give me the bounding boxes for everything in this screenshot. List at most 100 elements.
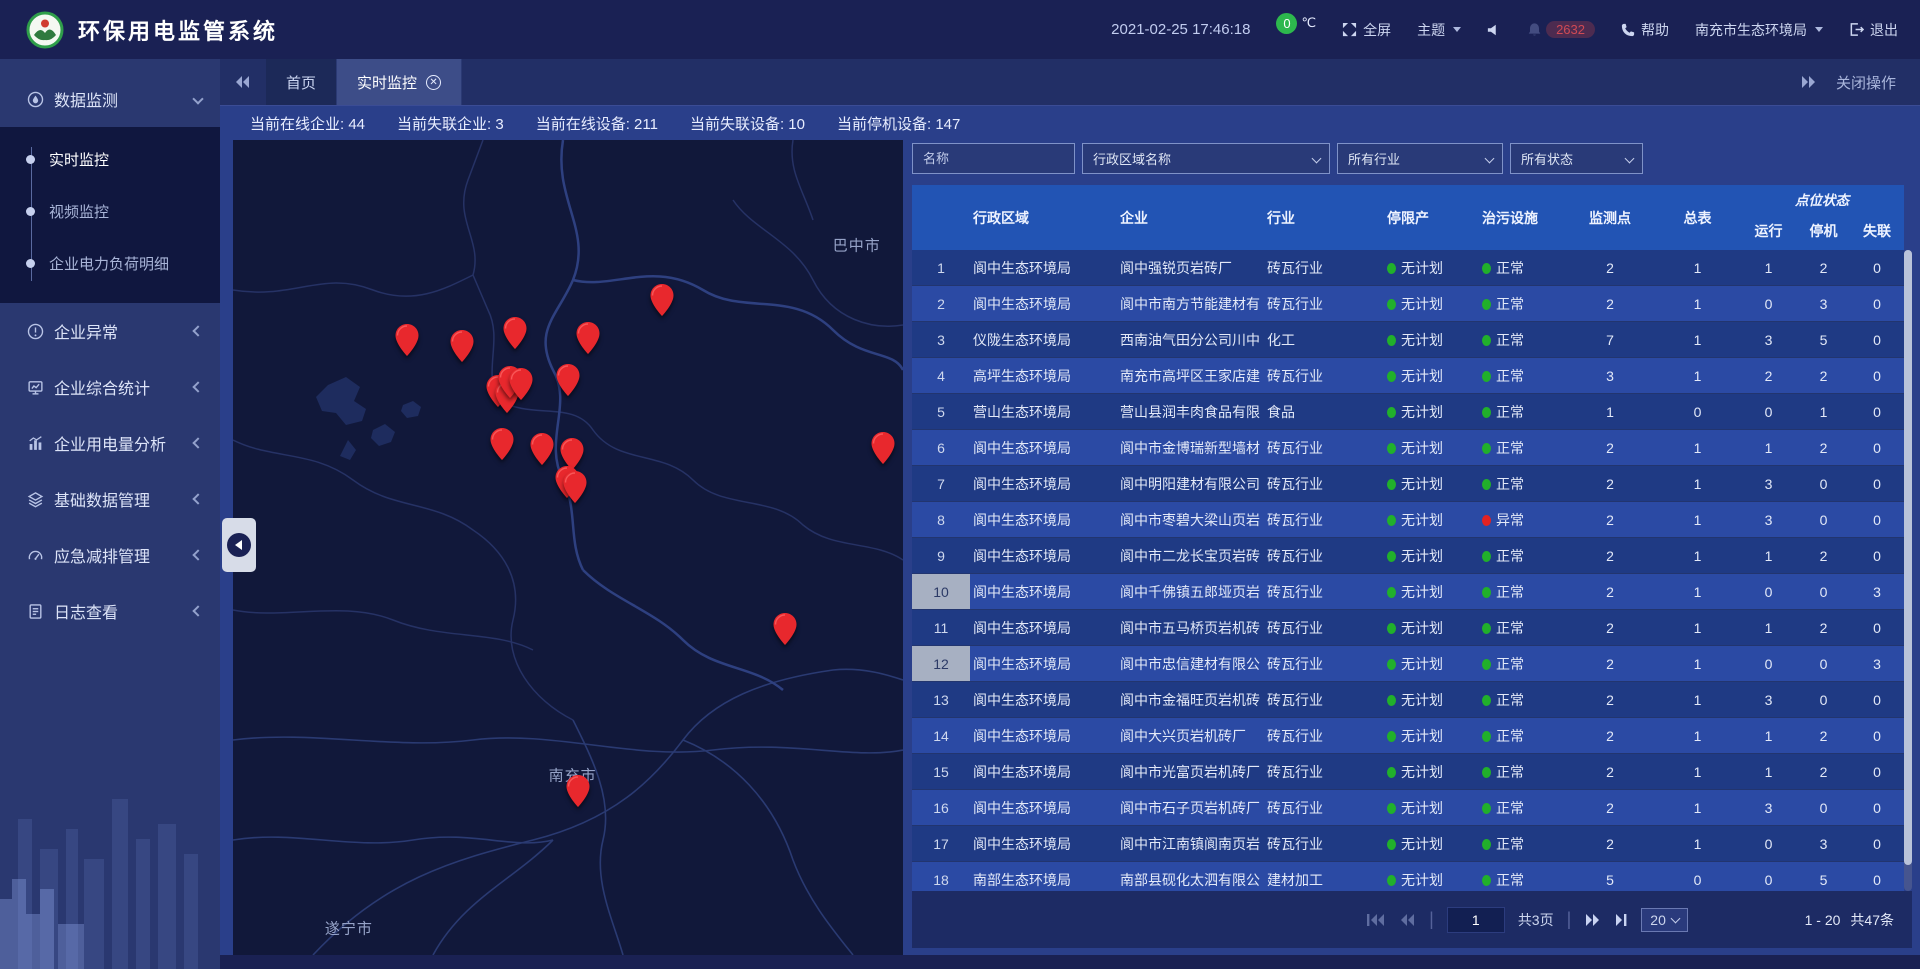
table-row[interactable]: 14阆中生态环境局阆中大兴页岩机砖厂砖瓦行业无计划正常21120 — [912, 718, 1904, 754]
table-row[interactable]: 16阆中生态环境局阆中市石子页岩机砖厂砖瓦行业无计划正常21300 — [912, 790, 1904, 826]
page-number-input[interactable] — [1447, 907, 1505, 933]
cell-disconnected: 0 — [1850, 476, 1904, 492]
table-row[interactable]: 10阆中生态环境局阆中千佛镇五郎垭页岩砖瓦行业无计划正常21003 — [912, 574, 1904, 610]
cell-pollution-facility: 正常 — [1470, 834, 1565, 854]
close-operations-button[interactable]: 关闭操作 — [1836, 72, 1896, 93]
sidebar-item-enterprise-power-load-detail[interactable]: 企业电力负荷明细 — [0, 237, 220, 289]
table-row[interactable]: 11阆中生态环境局阆中市五马桥页岩机砖砖瓦行业无计划正常21120 — [912, 610, 1904, 646]
table-row[interactable]: 6阆中生态环境局阆中市金博瑞新型墙材砖瓦行业无计划正常21120 — [912, 430, 1904, 466]
table-row[interactable]: 12阆中生态环境局阆中市忠信建材有限公砖瓦行业无计划正常21003 — [912, 646, 1904, 682]
status-dot-green — [1482, 299, 1491, 310]
city-skyline-decoration — [0, 729, 220, 969]
sidebar-group-emergency-reduction[interactable]: 应急减排管理 — [0, 527, 220, 583]
status-dot-green — [1387, 839, 1396, 850]
map-pin-icon[interactable] — [871, 432, 894, 464]
table-row[interactable]: 5营山生态环境局营山县润丰肉食品有限食品无计划正常10010 — [912, 394, 1904, 430]
map-pin-icon[interactable] — [567, 775, 590, 807]
map-canvas[interactable]: 巴中市南充市遂宁市 — [233, 140, 903, 955]
notifications-button[interactable]: 2632 — [1527, 21, 1595, 38]
limit-text: 无计划 — [1401, 440, 1443, 456]
tab-home[interactable]: 首页 — [266, 59, 337, 105]
table-row[interactable]: 3仪陇生态环境局西南油气田分公司川中化工无计划正常71350 — [912, 322, 1904, 358]
row-number: 13 — [912, 682, 970, 717]
status-dot-green — [1387, 731, 1396, 742]
map-pin-icon[interactable] — [530, 433, 553, 465]
sidebar-group-label: 日志查看 — [54, 599, 194, 623]
table-row[interactable]: 1阆中生态环境局阆中强锐页岩砖厂砖瓦行业无计划正常21120 — [912, 250, 1904, 286]
sidebar-group-enterprise-abnormal[interactable]: 企业异常 — [0, 303, 220, 359]
status-dot-green — [1482, 623, 1491, 634]
tabs-scroll-left-button[interactable] — [220, 59, 266, 105]
map-panel[interactable]: 巴中市南充市遂宁市 — [233, 140, 903, 955]
limit-text: 无计划 — [1401, 764, 1443, 780]
tabs-scroll-right-button[interactable] — [1800, 75, 1818, 89]
cell-limit-production: 无计划 — [1375, 546, 1470, 566]
map-pin-icon[interactable] — [650, 284, 673, 316]
table-row[interactable]: 17阆中生态环境局阆中市江南镇阆南页岩砖瓦行业无计划正常21030 — [912, 826, 1904, 862]
theme-menu[interactable]: 主题 — [1417, 20, 1461, 40]
cell-industry: 砖瓦行业 — [1264, 762, 1375, 782]
temperature-unit: ℃ — [1301, 15, 1316, 31]
map-pin-icon[interactable] — [451, 330, 474, 362]
logout-button[interactable]: 退出 — [1849, 20, 1898, 40]
status-filter-select[interactable]: 所有状态 — [1510, 143, 1643, 174]
tab-realtime[interactable]: 实时监控✕ — [337, 59, 462, 105]
sidebar-group-log-view[interactable]: 日志查看 — [0, 583, 220, 639]
table-row[interactable]: 9阆中生态环境局阆中市二龙长宝页岩砖砖瓦行业无计划正常21120 — [912, 538, 1904, 574]
fullscreen-button[interactable]: 全屏 — [1342, 20, 1391, 40]
chevron-left-icon — [192, 325, 203, 336]
help-button[interactable]: 帮助 — [1621, 20, 1669, 40]
map-pin-icon[interactable] — [490, 428, 513, 460]
cell-pollution-facility: 正常 — [1470, 546, 1565, 566]
sidebar-item-realtime-monitoring[interactable]: 实时监控 — [0, 133, 220, 185]
sidebar-group-enterprise-power-analysis[interactable]: 企业用电量分析 — [0, 415, 220, 471]
sidebar-group-base-data-management[interactable]: 基础数据管理 — [0, 471, 220, 527]
table-row[interactable]: 7阆中生态环境局阆中明阳建材有限公司砖瓦行业无计划正常21300 — [912, 466, 1904, 502]
cell-total-meters: 1 — [1655, 764, 1740, 780]
sidebar-item-label: 视频监控 — [49, 201, 109, 222]
map-pin-icon[interactable] — [563, 471, 586, 503]
map-pin-icon[interactable] — [504, 317, 527, 349]
limit-text: 无计划 — [1401, 332, 1443, 348]
page-size-select[interactable]: 20 — [1641, 908, 1688, 932]
map-pin-icon[interactable] — [774, 613, 797, 645]
cell-region: 阆中生态环境局 — [970, 582, 1117, 602]
table-row[interactable]: 4高坪生态环境局南充市高坪区王家店建砖瓦行业无计划正常31220 — [912, 358, 1904, 394]
table-row[interactable]: 15阆中生态环境局阆中市光富页岩机砖厂砖瓦行业无计划正常21120 — [912, 754, 1904, 790]
prev-page-button[interactable] — [1399, 913, 1416, 927]
table-scrollbar-thumb[interactable] — [1904, 250, 1912, 865]
cell-company: 阆中市南方节能建材有 — [1117, 294, 1264, 314]
map-collapse-button[interactable] — [222, 518, 256, 572]
table-row[interactable]: 2阆中生态环境局阆中市南方节能建材有砖瓦行业无计划正常21030 — [912, 286, 1904, 322]
sidebar-item-video-monitoring[interactable]: 视频监控 — [0, 185, 220, 237]
bullet-icon — [26, 207, 35, 216]
table-row[interactable]: 18南部生态环境局南部县砚化太泗有限公建材加工无计划正常50050 — [912, 862, 1904, 891]
next-page-button[interactable] — [1584, 913, 1601, 927]
sidebar-group-enterprise-statistics[interactable]: 企业综合统计 — [0, 359, 220, 415]
mute-button[interactable] — [1487, 23, 1501, 37]
map-pin-icon[interactable] — [396, 324, 419, 356]
first-page-button[interactable] — [1366, 913, 1386, 927]
map-pin-icon[interactable] — [510, 368, 533, 400]
org-menu[interactable]: 南充市生态环境局 — [1695, 20, 1823, 40]
cell-limit-production: 无计划 — [1375, 366, 1470, 386]
map-pin-icon[interactable] — [557, 364, 580, 396]
cell-running: 1 — [1740, 260, 1797, 276]
map-pin-icon[interactable] — [577, 322, 600, 354]
region-filter-select[interactable]: 行政区域名称 — [1082, 143, 1330, 174]
name-filter-input[interactable] — [923, 151, 1064, 166]
cell-total-meters: 0 — [1655, 872, 1740, 888]
sidebar-group-data-monitoring[interactable]: 数据监测 — [0, 71, 220, 127]
status-dot-green — [1387, 479, 1396, 490]
last-page-button[interactable] — [1614, 913, 1628, 927]
industry-filter-select[interactable]: 所有行业 — [1337, 143, 1503, 174]
cell-total-meters: 1 — [1655, 800, 1740, 816]
row-number: 3 — [912, 322, 970, 357]
table-row[interactable]: 8阆中生态环境局阆中市枣碧大梁山页岩砖瓦行业无计划异常21300 — [912, 502, 1904, 538]
tab-close-icon[interactable]: ✕ — [426, 75, 441, 90]
col-running: 运行 — [1740, 212, 1797, 250]
cell-pollution-facility: 正常 — [1470, 798, 1565, 818]
table-scrollbar-track[interactable] — [1904, 250, 1912, 891]
table-row[interactable]: 13阆中生态环境局阆中市金福旺页岩机砖砖瓦行业无计划正常21300 — [912, 682, 1904, 718]
cell-pollution-facility: 异常 — [1470, 510, 1565, 530]
